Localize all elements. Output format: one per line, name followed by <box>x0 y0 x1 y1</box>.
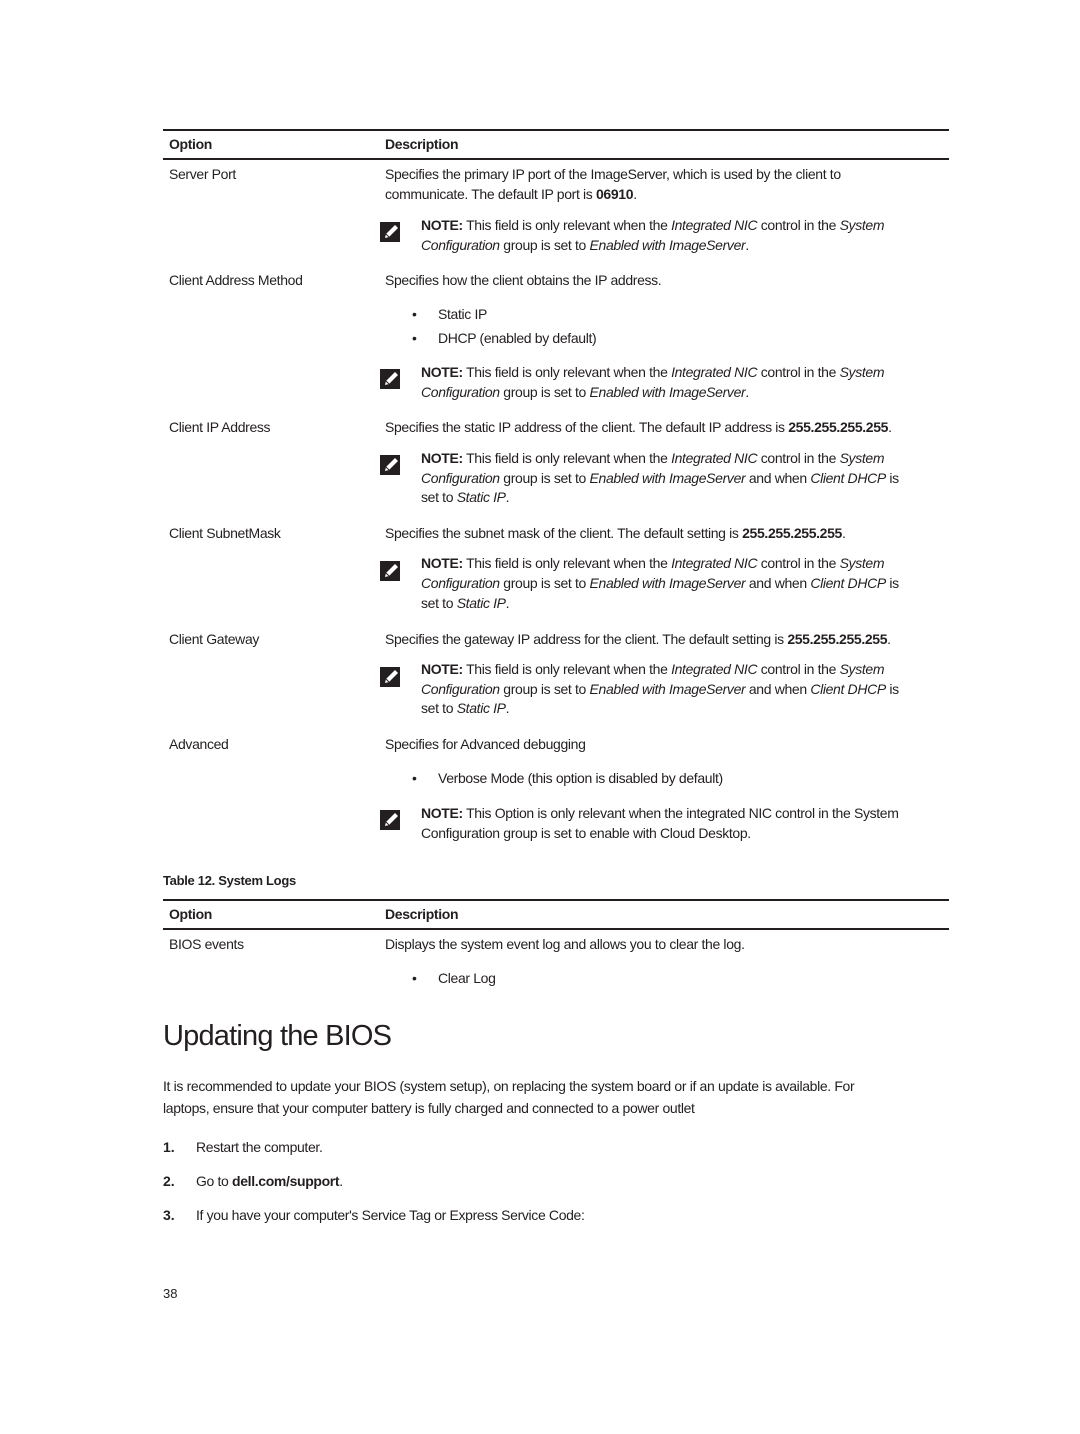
option-name: Client Gateway <box>169 631 260 647</box>
note-text: Configuration group is set to enable wit… <box>421 825 751 841</box>
note-text: NOTE: This field is only relevant when t… <box>421 555 885 571</box>
option-description: Specifies the primary IP port of the Ima… <box>385 166 841 182</box>
column-header-option: Option <box>169 906 212 922</box>
table-top-rule <box>163 899 949 901</box>
pencil-note-icon <box>380 455 400 475</box>
section-title: Updating the BIOS <box>163 1020 392 1052</box>
description-text: communicate. The default IP port is <box>385 186 596 202</box>
bullet-icon: • <box>412 330 417 346</box>
default-value: 06910 <box>596 186 634 202</box>
table-caption: Table 12. System Logs <box>163 873 296 888</box>
intro-paragraph-line: laptops, ensure that your computer batte… <box>163 1100 695 1116</box>
note-text: set to Static IP. <box>421 595 510 611</box>
bullet-item: DHCP (enabled by default) <box>438 330 597 346</box>
default-value: 255.255.255.255 <box>742 525 842 541</box>
bullet-icon: • <box>412 970 417 986</box>
note-text: set to Static IP. <box>421 700 510 716</box>
option-name: Advanced <box>169 736 229 752</box>
intro-paragraph-line: It is recommended to update your BIOS (s… <box>163 1078 855 1094</box>
step-number: 3. <box>163 1207 175 1223</box>
support-link[interactable]: dell.com/support <box>232 1173 340 1189</box>
table-header-rule <box>163 158 949 160</box>
bullet-icon: • <box>412 770 417 786</box>
option-description: communicate. The default IP port is 0691… <box>385 186 637 202</box>
step-number: 2. <box>163 1173 175 1189</box>
step-number: 1. <box>163 1139 175 1155</box>
option-name: Server Port <box>169 166 236 182</box>
step-text: Go to dell.com/support. <box>196 1173 343 1189</box>
pencil-note-icon <box>380 369 400 389</box>
bullet-icon: • <box>412 306 417 322</box>
column-header-option: Option <box>169 136 212 152</box>
step-text: If you have your computer's Service Tag … <box>196 1207 585 1223</box>
note-text: Configuration group is set to Enabled wi… <box>421 575 899 591</box>
note-text: Configuration group is set to Enabled wi… <box>421 237 749 253</box>
note-text: Configuration group is set to Enabled wi… <box>421 384 749 400</box>
bullet-item: Static IP <box>438 306 487 322</box>
note-text: NOTE: This field is only relevant when t… <box>421 450 885 466</box>
option-description: Specifies the gateway IP address for the… <box>385 631 891 647</box>
option-name: BIOS events <box>169 936 244 952</box>
table-top-rule <box>163 129 949 131</box>
document-page: Option Description Server Port Specifies… <box>0 0 1080 1434</box>
bullet-item: Verbose Mode (this option is disabled by… <box>438 770 723 786</box>
pencil-note-icon <box>378 220 402 244</box>
option-name: Client IP Address <box>169 419 271 435</box>
note-text: Configuration group is set to Enabled wi… <box>421 470 899 486</box>
option-description: Specifies the subnet mask of the client.… <box>385 525 846 541</box>
column-header-description: Description <box>385 136 459 152</box>
option-name: Client SubnetMask <box>169 525 281 541</box>
default-value: 255.255.255.255 <box>788 419 889 435</box>
note-text: NOTE: This field is only relevant when t… <box>421 364 885 380</box>
page-number: 38 <box>163 1286 178 1301</box>
note-text: set to Static IP. <box>421 489 510 505</box>
pencil-note-icon <box>380 810 400 830</box>
column-header-description: Description <box>385 906 459 922</box>
step-text: Restart the computer. <box>196 1139 323 1155</box>
option-name: Client Address Method <box>169 272 303 288</box>
pencil-note-icon <box>380 667 400 687</box>
option-description: Specifies for Advanced debugging <box>385 736 586 752</box>
option-description: Displays the system event log and allows… <box>385 936 745 952</box>
note-text: NOTE: This Option is only relevant when … <box>421 805 899 821</box>
pencil-note-icon <box>380 561 400 581</box>
table-header-rule <box>163 928 949 930</box>
note-text: NOTE: This field is only relevant when t… <box>421 217 885 233</box>
option-description: Specifies how the client obtains the IP … <box>385 272 662 288</box>
note-text: Configuration group is set to Enabled wi… <box>421 681 899 697</box>
option-description: Specifies the static IP address of the c… <box>385 419 892 435</box>
default-value: 255.255.255.255 <box>787 631 888 647</box>
bullet-item: Clear Log <box>438 970 496 986</box>
note-text: NOTE: This field is only relevant when t… <box>421 661 885 677</box>
